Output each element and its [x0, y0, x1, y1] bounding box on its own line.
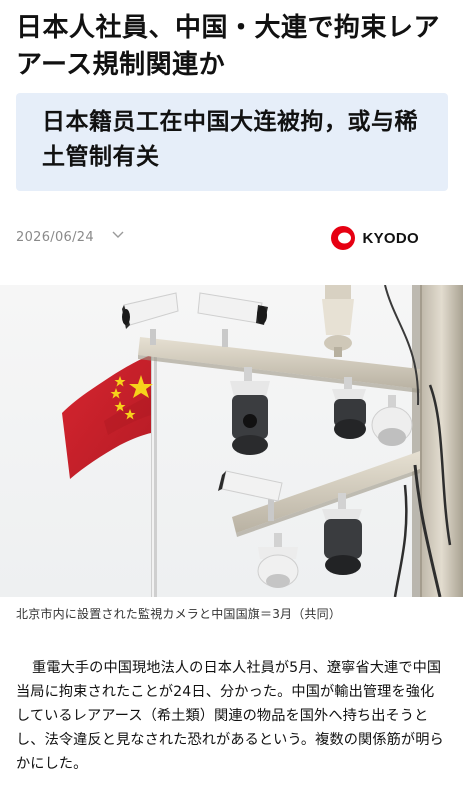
publish-date: 2026/06/24: [16, 230, 94, 245]
article-headline: 日本人社員、中国・大連で拘束レアアース規制関連か: [16, 13, 441, 80]
article-body: 重電大手の中国現地法人の日本人社員が5月、遼寧省大連で中国当局に拘束されたことが…: [16, 660, 444, 772]
chevron-down-icon[interactable]: [110, 227, 126, 243]
image-caption: 北京市内に設置された監視カメラと中国国旗＝3月（共同）: [16, 607, 342, 621]
kyodo-logo-icon: [331, 226, 356, 250]
article-image: [0, 285, 463, 597]
translation-box: 日本籍员工在中国大连被拘，或与稀土管制有关: [16, 93, 448, 191]
article-meta: 2026/06/24 KYODO: [16, 222, 419, 256]
translation-text: 日本籍员工在中国大连被拘，或与稀土管制有关: [42, 109, 418, 170]
source-logo-text: KYODO: [362, 229, 419, 247]
source-logo[interactable]: KYODO: [330, 225, 419, 251]
